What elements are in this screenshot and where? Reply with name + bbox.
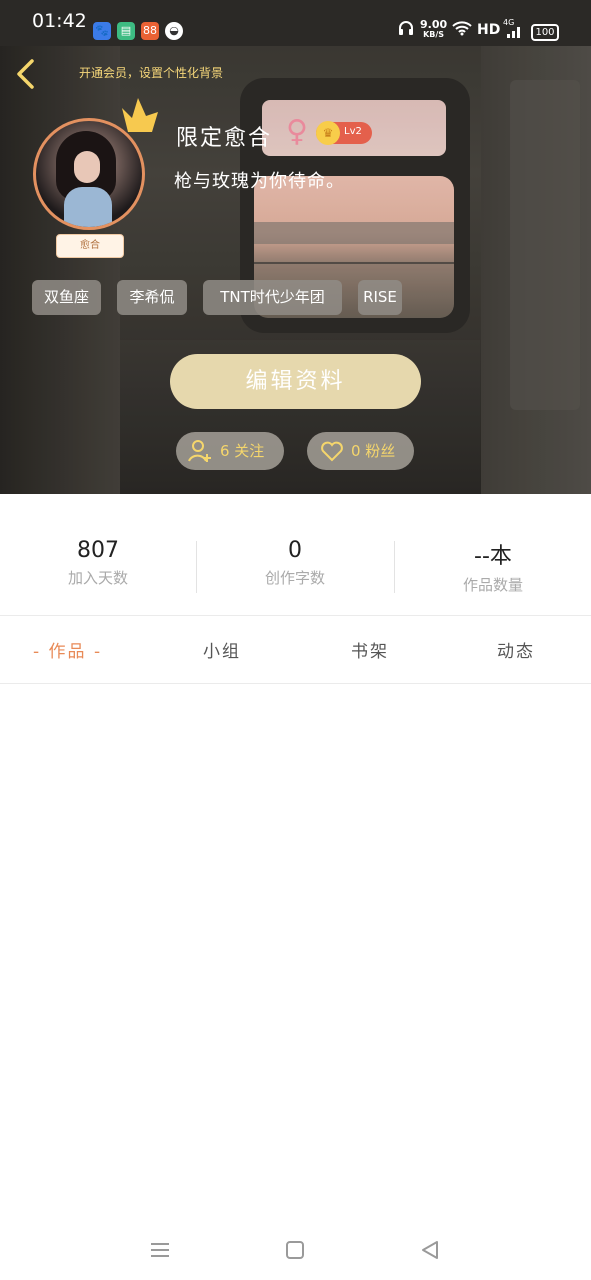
hd-indicator: HD xyxy=(477,22,501,38)
stat-value: --本 xyxy=(474,544,512,569)
profile-tabs: - 作品 - 小组 书架 动态 xyxy=(0,616,591,684)
tab-activity[interactable]: 动态 xyxy=(497,637,535,662)
stat-join-days: 807 加入天数 xyxy=(0,538,196,588)
network-speed: 9.00 KB/S xyxy=(420,18,448,39)
stat-label: 作品数量 xyxy=(462,576,523,594)
home-icon[interactable] xyxy=(283,1238,307,1262)
wifi-icon xyxy=(452,20,472,40)
stat-value: 0 xyxy=(288,538,302,563)
following-count: 6 关注 xyxy=(220,442,265,460)
headphone-icon xyxy=(398,20,414,40)
tab-groups[interactable]: 小组 xyxy=(203,637,241,662)
followers-button[interactable]: 0 粉丝 xyxy=(307,432,414,470)
crown-icon xyxy=(122,98,158,132)
female-icon: ♀ xyxy=(286,114,308,149)
back-button[interactable] xyxy=(14,58,38,90)
tab-works[interactable]: - 作品 - xyxy=(33,637,102,662)
user-add-icon xyxy=(188,440,211,462)
stat-works-count: --本 作品数量 xyxy=(395,538,591,595)
tag-chip[interactable]: TNT时代少年团 xyxy=(203,280,342,315)
stat-value: 807 xyxy=(77,538,119,563)
signature: 枪与玫瑰为你待命。 xyxy=(174,171,345,192)
signal-icon xyxy=(505,26,523,42)
chevron-left-icon xyxy=(17,59,34,89)
menu-icon[interactable] xyxy=(148,1238,172,1262)
tag-chip[interactable]: 双鱼座 xyxy=(32,280,101,315)
stat-label: 加入天数 xyxy=(67,569,128,587)
battery-icon: 100 xyxy=(531,24,559,41)
username: 限定愈合 xyxy=(176,126,273,151)
heart-icon xyxy=(321,441,343,462)
edit-profile-button[interactable]: 编辑资料 xyxy=(170,354,421,409)
app-icon-88: 88 xyxy=(141,22,159,40)
baidu-app-icon: 🐾 xyxy=(93,22,111,40)
tab-bookshelf[interactable]: 书架 xyxy=(351,637,389,662)
system-nav-bar xyxy=(0,1218,591,1280)
tag-chip[interactable]: RISE xyxy=(358,280,402,315)
following-button[interactable]: 6 关注 xyxy=(176,432,284,470)
level-text: Lv2 xyxy=(344,126,362,137)
followers-count: 0 粉丝 xyxy=(351,442,396,460)
vip-upgrade-link[interactable]: 开通会员，设置个性化背景 xyxy=(79,64,223,81)
stat-word-count: 0 创作字数 xyxy=(197,538,393,588)
stats-panel: 807 加入天数 0 创作字数 --本 作品数量 xyxy=(0,494,591,616)
back-triangle-icon[interactable] xyxy=(418,1238,442,1262)
book-app-icon: ▤ xyxy=(117,22,135,40)
stat-label: 创作字数 xyxy=(264,569,325,587)
avatar-name-tag: 愈合 xyxy=(56,234,124,258)
status-time: 01:42 xyxy=(32,10,87,32)
chat-app-icon: ◒ xyxy=(165,22,183,40)
level-badge[interactable]: ♛ Lv2 xyxy=(316,121,372,145)
crown-coin-icon: ♛ xyxy=(316,121,340,145)
status-bar: 01:42 🐾 ▤ 88 ◒ 9.00 KB/S HD 4G 100 xyxy=(0,0,591,46)
tag-chip[interactable]: 李希侃 xyxy=(117,280,187,315)
